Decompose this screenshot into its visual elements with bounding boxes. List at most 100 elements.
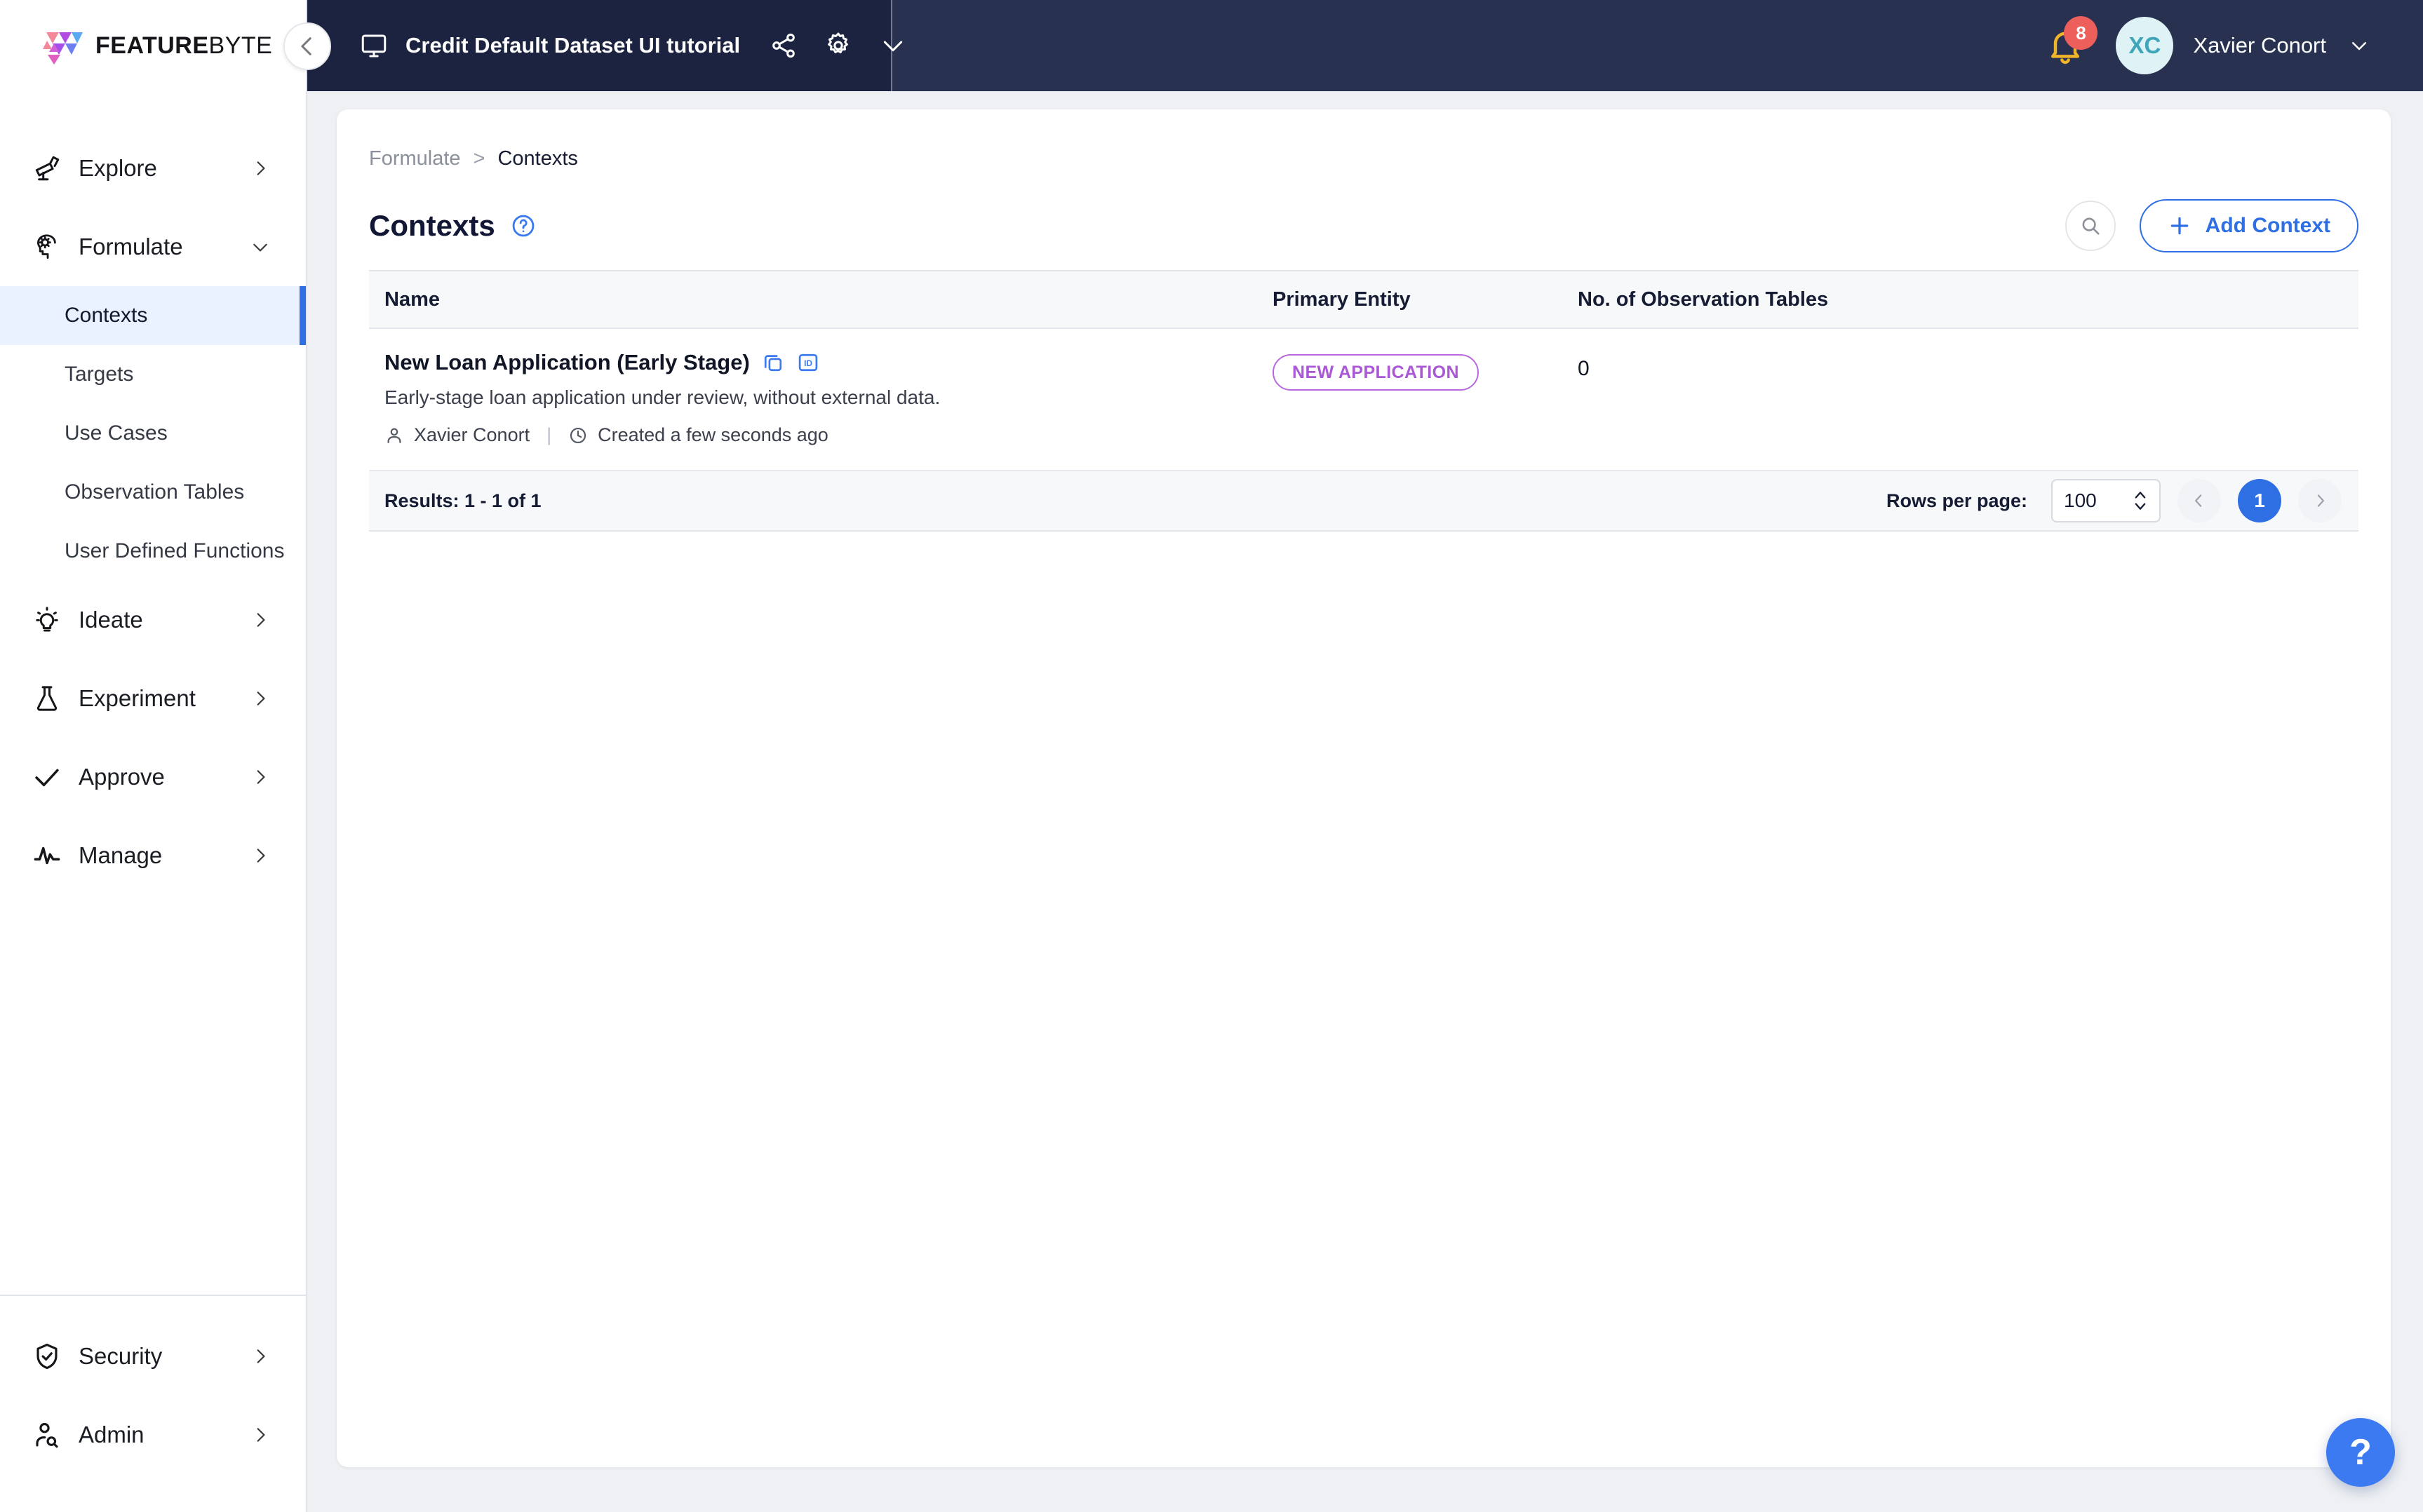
chevron-left-icon	[2195, 494, 2202, 507]
question-mark-icon: ?	[2349, 1432, 2372, 1473]
pagination-next-button[interactable]	[2298, 479, 2342, 522]
pagination-page-1[interactable]: 1	[2238, 479, 2281, 522]
sidebar-item-targets[interactable]: Targets	[0, 345, 306, 404]
sidebar-item-use-cases[interactable]: Use Cases	[0, 404, 306, 463]
id-badge-icon[interactable]: ID	[796, 351, 820, 374]
chevron-right-icon	[251, 611, 269, 629]
sidebar-subitem-label: Observation Tables	[65, 480, 245, 504]
top-header: Credit Default Dataset UI tutorial 8 XC …	[307, 0, 2423, 91]
sidebar-collapse-button[interactable]	[283, 22, 331, 70]
table-header-row: Name Primary Entity No. of Observation T…	[369, 270, 2358, 329]
meta-separator: |	[546, 424, 552, 445]
chevron-down-icon[interactable]	[879, 32, 907, 60]
sidebar-item-formulate[interactable]: Formulate	[0, 208, 306, 286]
project-title: Credit Default Dataset UI tutorial	[405, 33, 741, 58]
sidebar-item-label: Formulate	[79, 234, 183, 259]
breadcrumb-separator: >	[473, 147, 485, 170]
sidebar-item-label: Approve	[79, 764, 165, 790]
pagination-prev-button[interactable]	[2177, 479, 2221, 522]
search-button[interactable]	[2065, 201, 2116, 251]
app-root: FEATUREBYTE Explore Formulate Contexts T…	[0, 0, 2423, 1512]
copy-icon[interactable]	[761, 351, 785, 374]
sidebar-item-ideate[interactable]: Ideate	[0, 581, 306, 659]
notifications-button[interactable]: 8	[2046, 16, 2098, 65]
page-header: Contexts Add Context	[369, 198, 2358, 253]
chevron-right-icon	[251, 768, 269, 786]
row-author: Xavier Conort	[414, 424, 530, 445]
help-fab-button[interactable]: ?	[2326, 1418, 2395, 1487]
column-header-name: Name	[384, 288, 440, 311]
share-icon[interactable]	[770, 32, 798, 60]
sidebar-item-security[interactable]: Security	[0, 1317, 306, 1396]
notification-count-badge: 8	[2064, 16, 2098, 50]
sidebar-item-approve[interactable]: Approve	[0, 738, 306, 816]
table-row[interactable]: New Loan Application (Early Stage) ID Ea…	[369, 329, 2358, 471]
flask-icon	[31, 682, 63, 715]
sidebar-item-label: Admin	[79, 1422, 145, 1447]
lightbulb-icon	[31, 604, 63, 636]
telescope-icon	[31, 152, 63, 184]
column-header-primary-entity: Primary Entity	[1273, 288, 1411, 311]
breadcrumb-parent[interactable]: Formulate	[369, 147, 461, 170]
sidebar-item-label: Manage	[79, 842, 163, 868]
chevron-right-icon	[251, 689, 269, 708]
sidebar-subitem-label: User Defined Functions	[65, 539, 285, 562]
sidebar-primary-nav: Explore Formulate Contexts Targets Use C…	[0, 91, 306, 1295]
sidebar-item-user-defined-functions[interactable]: User Defined Functions	[0, 522, 306, 581]
pagination-page-label: 1	[2254, 490, 2265, 511]
context-name[interactable]: New Loan Application (Early Stage)	[384, 350, 750, 375]
page-title: Contexts	[369, 209, 495, 242]
sidebar-item-contexts[interactable]: Contexts	[0, 286, 306, 345]
sidebar-subitem-label: Use Cases	[65, 421, 168, 445]
chevron-down-icon[interactable]	[2349, 35, 2370, 56]
pulse-icon	[31, 839, 63, 872]
table-footer: Results: 1 - 1 of 1 Rows per page: 100 1	[369, 471, 2358, 532]
add-context-label: Add Context	[2205, 214, 2330, 237]
question-circle-icon[interactable]	[511, 213, 536, 238]
contexts-card: Formulate > Contexts Contexts Add Contex…	[337, 109, 2391, 1467]
chevron-right-icon	[2317, 494, 2324, 507]
project-tab[interactable]: Credit Default Dataset UI tutorial	[307, 0, 903, 91]
rows-per-page-label: Rows per page:	[1886, 490, 2027, 511]
results-count: Results: 1 - 1 of 1	[384, 490, 542, 511]
context-description: Early-stage loan application under revie…	[384, 386, 941, 408]
sidebar: FEATUREBYTE Explore Formulate Contexts T…	[0, 0, 307, 1512]
row-name-cell: New Loan Application (Early Stage) ID Ea…	[369, 350, 1273, 446]
sidebar-subitem-label: Targets	[65, 363, 134, 386]
featurebyte-logo-icon	[41, 27, 84, 65]
rows-per-page-select[interactable]: 100	[2051, 479, 2161, 522]
shield-check-icon	[31, 1340, 63, 1372]
svg-text:ID: ID	[804, 358, 812, 368]
clock-icon	[568, 426, 588, 445]
chevron-updown-icon	[2133, 489, 2148, 513]
rows-per-page-value: 100	[2064, 490, 2097, 511]
sidebar-subitem-label: Contexts	[65, 304, 148, 327]
status-badge[interactable]: NEW APPLICATION	[1273, 354, 1479, 391]
sidebar-item-manage[interactable]: Manage	[0, 816, 306, 895]
breadcrumb-current: Contexts	[497, 147, 578, 170]
gear-icon[interactable]	[824, 32, 852, 60]
check-icon	[31, 761, 63, 793]
sidebar-item-label: Explore	[79, 155, 157, 181]
user-search-icon	[31, 1419, 63, 1451]
contexts-table: Name Primary Entity No. of Observation T…	[369, 270, 2358, 532]
project-actions	[770, 32, 907, 60]
sidebar-secondary-nav: Security Admin	[0, 1295, 306, 1512]
pagination-controls: Rows per page: 100 1	[1886, 479, 2342, 522]
page-actions: Add Context	[2065, 199, 2358, 252]
avatar[interactable]: XC	[2116, 17, 2174, 74]
user-name: Xavier Conort	[2193, 33, 2326, 58]
sidebar-item-admin[interactable]: Admin	[0, 1396, 306, 1474]
plus-icon	[2168, 214, 2192, 238]
sidebar-item-experiment[interactable]: Experiment	[0, 659, 306, 738]
brand-logo[interactable]: FEATUREBYTE	[0, 0, 306, 91]
row-primary-entity-cell: NEW APPLICATION	[1273, 350, 1578, 391]
add-context-button[interactable]: Add Context	[2139, 199, 2358, 252]
chevron-right-icon	[251, 846, 269, 865]
sidebar-item-explore[interactable]: Explore	[0, 129, 306, 208]
sidebar-item-observation-tables[interactable]: Observation Tables	[0, 463, 306, 522]
row-observation-tables-count: 0	[1578, 357, 1590, 380]
breadcrumb: Formulate > Contexts	[369, 109, 2358, 170]
header-user-area: 8 XC Xavier Conort	[2046, 16, 2423, 74]
row-created: Created a few seconds ago	[598, 424, 828, 445]
